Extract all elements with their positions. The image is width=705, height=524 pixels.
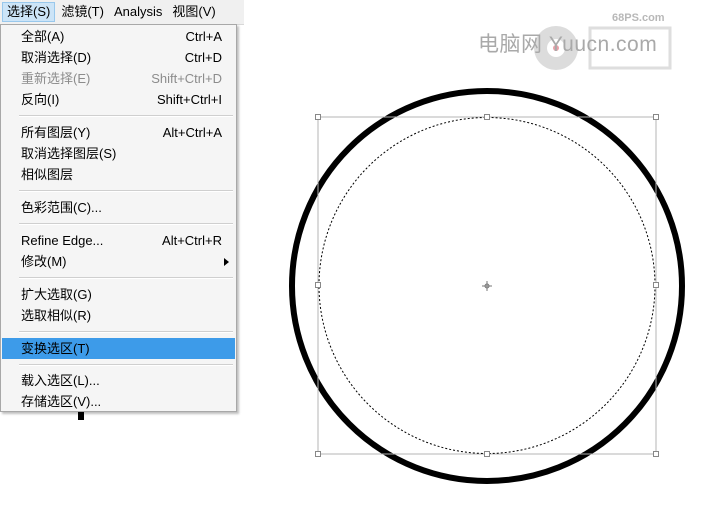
submenu-arrow-icon: [224, 258, 229, 266]
menu-item-label: 扩大选取(G): [21, 287, 92, 302]
menu-item-shortcut: Ctrl+D: [184, 50, 222, 65]
menu-item-shortcut: Shift+Ctrl+D: [151, 71, 222, 86]
menu-filter[interactable]: 滤镜(T): [57, 2, 108, 22]
menubar: 选择(S) 滤镜(T) Analysis 视图(V): [0, 0, 244, 25]
menu-item-label: 修改(M): [21, 254, 67, 269]
menu-item-deselect[interactable]: 取消选择(D) Ctrl+D: [2, 47, 235, 68]
menu-item-label: 存储选区(V)...: [21, 394, 102, 409]
menu-item-inverse[interactable]: 反向(I) Shift+Ctrl+I: [2, 89, 235, 110]
menu-item-label: 所有图层(Y): [21, 125, 91, 140]
watermark-site: 68PS.com: [612, 12, 665, 24]
watermark-text: 电脑网 Yuucn.com: [478, 33, 658, 56]
menu-item-modify[interactable]: 修改(M): [2, 251, 235, 272]
menu-item-similar[interactable]: 选取相似(R): [2, 305, 235, 326]
menu-item-load-selection[interactable]: 载入选区(L)...: [2, 370, 235, 391]
menu-item-color-range[interactable]: 色彩范围(C)...: [2, 197, 235, 218]
menu-separator: [19, 364, 233, 366]
menu-item-shortcut: Shift+Ctrl+I: [156, 92, 222, 107]
menu-separator: [19, 277, 233, 279]
menu-item-shortcut: Alt+Ctrl+R: [162, 233, 222, 248]
menu-item-label: 变换选区(T): [21, 341, 90, 356]
menu-select[interactable]: 选择(S): [2, 2, 56, 22]
menu-item-grow[interactable]: 扩大选取(G): [2, 284, 235, 305]
menu-item-label: 选取相似(R): [21, 308, 92, 323]
menu-item-shortcut: Ctrl+A: [185, 29, 222, 44]
menu-item-reselect[interactable]: 重新选择(E) Shift+Ctrl+D: [2, 68, 235, 89]
canvas-artifact: [78, 412, 84, 420]
menu-analysis[interactable]: Analysis: [110, 2, 166, 22]
menu-separator: [19, 331, 233, 333]
menu-item-all-layers[interactable]: 所有图层(Y) Alt+Ctrl+A: [2, 122, 235, 143]
menu-item-label: 色彩范围(C)...: [21, 200, 102, 215]
menu-view[interactable]: 视图(V): [168, 2, 219, 22]
select-menu-dropdown: 全部(A) Ctrl+A 取消选择(D) Ctrl+D 重新选择(E) Shif…: [0, 24, 237, 412]
menu-item-label: Refine Edge...: [21, 233, 104, 248]
menu-separator: [19, 223, 233, 225]
menu-separator: [19, 190, 233, 192]
menu-item-label: 相似图层: [21, 167, 74, 182]
menu-item-label: 全部(A): [21, 29, 65, 44]
center-crosshair-icon[interactable]: [482, 281, 492, 291]
menu-item-deselect-layers[interactable]: 取消选择图层(S): [2, 143, 235, 164]
menu-item-label: 取消选择图层(S): [21, 146, 117, 161]
menu-item-similar-layers[interactable]: 相似图层: [2, 164, 235, 185]
menu-item-label: 重新选择(E): [21, 71, 91, 86]
menu-item-all[interactable]: 全部(A) Ctrl+A: [2, 26, 235, 47]
menu-item-save-selection[interactable]: 存储选区(V)...: [2, 391, 235, 412]
menu-item-shortcut: Alt+Ctrl+A: [162, 125, 222, 140]
menu-item-label: 反向(I): [21, 92, 60, 107]
menu-item-label: 载入选区(L)...: [21, 373, 100, 388]
menu-separator: [19, 115, 233, 117]
menu-item-label: 取消选择(D): [21, 50, 92, 65]
menu-item-transform-selection[interactable]: 变换选区(T): [2, 338, 235, 359]
menu-item-refine-edge[interactable]: Refine Edge... Alt+Ctrl+R: [2, 230, 235, 251]
